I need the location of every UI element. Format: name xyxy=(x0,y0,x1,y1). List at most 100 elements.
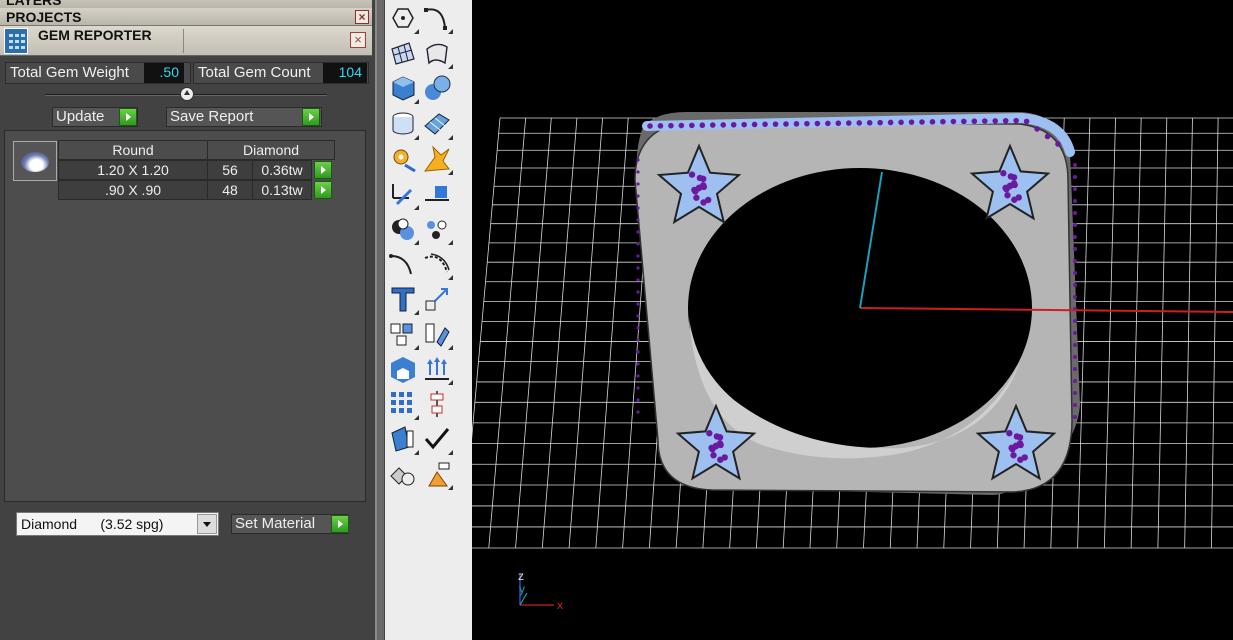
prong xyxy=(636,290,640,294)
array-icon[interactable] xyxy=(387,318,419,350)
prong xyxy=(636,254,640,258)
box-icon[interactable] xyxy=(387,72,419,104)
trim-icon[interactable] xyxy=(387,178,419,210)
group-icon[interactable] xyxy=(421,213,453,245)
text-icon[interactable] xyxy=(387,283,419,315)
row-select-play-icon[interactable] xyxy=(314,181,332,199)
prong xyxy=(636,386,640,390)
prong xyxy=(700,199,707,206)
prong xyxy=(1034,126,1040,132)
row-select-play-icon[interactable] xyxy=(314,161,332,179)
prong xyxy=(668,122,674,129)
prong xyxy=(1002,117,1009,124)
axis-y-label: y xyxy=(519,582,525,596)
prong xyxy=(845,120,852,126)
curve-icon[interactable] xyxy=(421,2,453,34)
panel-splitter[interactable] xyxy=(375,0,385,640)
prong xyxy=(636,326,640,330)
grid-line xyxy=(595,117,629,549)
prong xyxy=(866,119,873,126)
grid-line xyxy=(1103,117,1116,549)
projects-panel-header[interactable]: PROJECTS × xyxy=(0,8,372,26)
check-icon[interactable] xyxy=(421,423,453,455)
prong xyxy=(709,122,716,128)
prong xyxy=(693,194,700,201)
explode-icon[interactable] xyxy=(421,143,453,175)
prong xyxy=(1073,391,1077,395)
prong xyxy=(971,118,978,125)
prong xyxy=(1013,117,1019,124)
prong xyxy=(716,434,724,441)
render-shapes-icon[interactable] xyxy=(387,458,419,490)
left-panel: LAYERS PROJECTS × GEM REPORTER × Total G… xyxy=(0,0,375,640)
3d-viewport[interactable]: z y x xyxy=(472,0,1233,640)
solid-icon[interactable] xyxy=(387,353,419,385)
align-icon[interactable] xyxy=(421,388,453,420)
total-gem-weight-value: .50 xyxy=(144,63,184,83)
grid-line xyxy=(1130,117,1142,549)
spheres-icon[interactable] xyxy=(421,72,453,104)
boolean-icon[interactable] xyxy=(387,213,419,245)
prong xyxy=(1073,163,1077,167)
save-report-play-icon[interactable] xyxy=(302,108,320,126)
close-icon[interactable]: × xyxy=(355,10,369,24)
projects-title: PROJECTS xyxy=(6,9,82,25)
loft-surface-icon[interactable] xyxy=(421,37,453,69)
material-icon[interactable] xyxy=(421,458,453,490)
grid-array-icon[interactable] xyxy=(387,388,419,420)
prong xyxy=(1010,174,1018,181)
close-icon[interactable]: × xyxy=(350,32,366,48)
prong xyxy=(1073,259,1077,263)
prong xyxy=(741,121,747,128)
mirror-icon[interactable] xyxy=(421,318,453,350)
cylinder-icon[interactable] xyxy=(387,108,419,140)
table-row-count: 48 xyxy=(207,180,253,200)
prong xyxy=(1073,271,1077,275)
update-play-icon[interactable] xyxy=(119,108,137,126)
patch-icon[interactable] xyxy=(421,108,453,140)
table-row-weight: 0.36tw xyxy=(252,160,312,180)
prong xyxy=(689,122,695,129)
offset-curve-icon[interactable] xyxy=(421,248,453,280)
axis-x-label: x xyxy=(557,598,563,612)
save-report-button[interactable]: Save Report xyxy=(166,107,322,127)
gem-reporter-title: GEM REPORTER xyxy=(38,27,152,43)
prong xyxy=(772,121,779,127)
table-row-count: 56 xyxy=(207,160,253,180)
size-slider-handle[interactable] xyxy=(180,87,194,101)
prong xyxy=(1073,343,1077,347)
table-row-weight: 0.13tw xyxy=(252,180,312,200)
prong xyxy=(1006,430,1013,437)
prong xyxy=(1073,235,1077,239)
prong xyxy=(1073,355,1077,359)
prong xyxy=(1073,283,1077,287)
gear-edit-icon[interactable] xyxy=(387,143,419,175)
prong xyxy=(1044,133,1051,140)
perspective-scene[interactable]: z y x xyxy=(472,0,1233,640)
grid-line xyxy=(1077,117,1091,549)
scale-icon[interactable] xyxy=(421,283,453,315)
chevron-down-icon[interactable] xyxy=(197,514,217,534)
prong xyxy=(751,121,758,128)
prong xyxy=(1073,247,1077,251)
prong xyxy=(1073,319,1077,323)
prong xyxy=(657,123,664,129)
prong xyxy=(762,121,768,128)
grid-line xyxy=(1184,117,1193,549)
fillet-icon[interactable] xyxy=(387,248,419,280)
prong xyxy=(793,121,800,127)
surface-grid-icon[interactable] xyxy=(387,37,419,69)
prong xyxy=(717,441,724,449)
set-material-play-icon[interactable] xyxy=(331,515,349,533)
grid-line xyxy=(1157,117,1168,549)
prong xyxy=(636,266,640,270)
ring-model[interactable] xyxy=(634,112,1233,495)
material-select[interactable]: Diamond (3.52 spg) xyxy=(16,512,219,536)
split-icon[interactable] xyxy=(421,178,453,210)
prong xyxy=(1073,331,1077,335)
prong xyxy=(636,374,640,378)
extrude-up-icon[interactable] xyxy=(421,353,453,385)
panel-icon[interactable] xyxy=(387,423,419,455)
prong xyxy=(636,350,640,354)
point-icon[interactable] xyxy=(387,2,419,34)
